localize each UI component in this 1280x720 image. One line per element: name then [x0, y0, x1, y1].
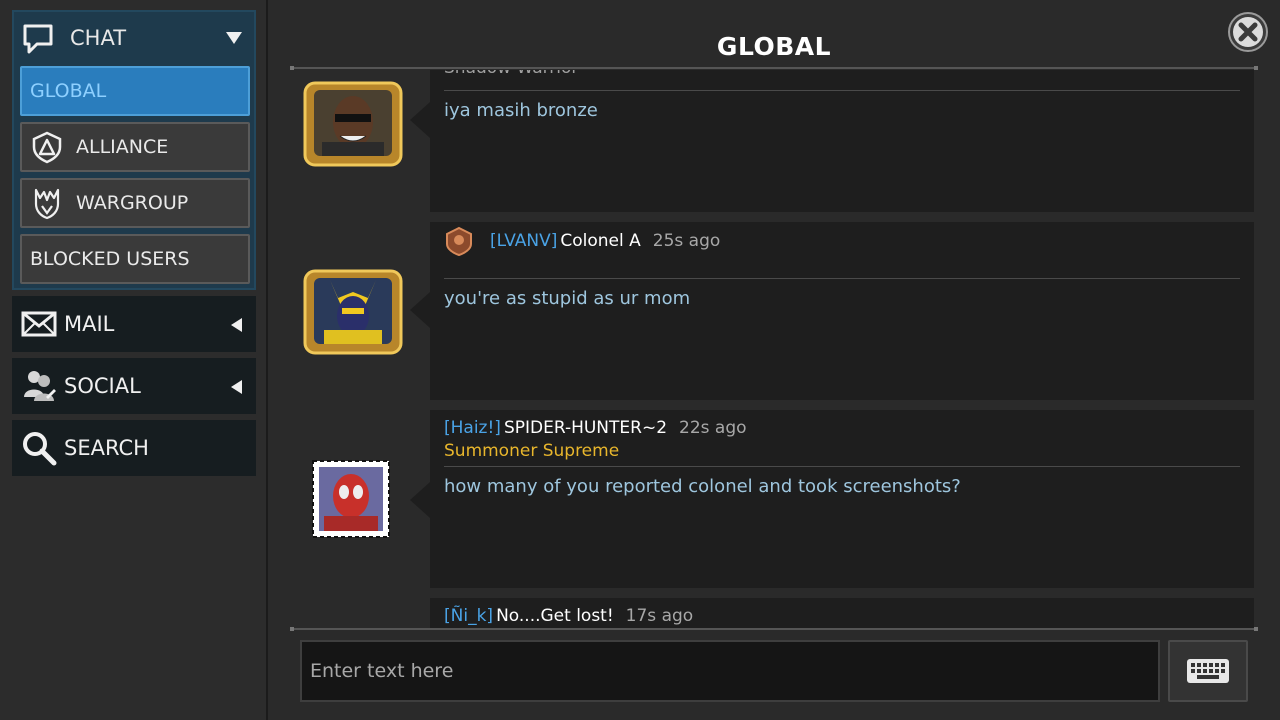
sidebar-item-label: SOCIAL	[64, 374, 141, 398]
sidebar-item-label: WARGROUP	[76, 192, 189, 214]
composer-divider	[290, 627, 1258, 631]
alliance-tag[interactable]: [LVANV]	[490, 231, 557, 251]
message-text: you're as stupid as ur mom	[444, 288, 691, 309]
message-meta: [Ñi_k] No....Get lost! 17s ago	[444, 606, 693, 626]
blade-portrait-gold-frame	[303, 81, 403, 167]
sidebar-item-label: SEARCH	[64, 436, 149, 460]
sidebar-item-global[interactable]: GLOBAL	[20, 66, 250, 116]
sidebar-item-blocked-users[interactable]: BLOCKED USERS	[20, 234, 250, 284]
message-timestamp: 25s ago	[652, 231, 721, 251]
sidebar-item-search[interactable]: SEARCH	[12, 420, 256, 476]
message-text: how many of you reported colonel and too…	[444, 476, 961, 497]
keyboard-icon	[1187, 659, 1229, 683]
message-item: [LVANV] Colonel A 25s ago you're as stup…	[290, 222, 1258, 400]
alliance-shield-icon	[32, 131, 62, 164]
message-divider	[444, 278, 1240, 279]
message-item: [Ñi_k] No....Get lost! 17s ago	[290, 598, 1258, 628]
keyboard-button[interactable]	[1168, 640, 1248, 702]
message-meta: [Haiz!] SPIDER-HUNTER~2 22s ago	[444, 418, 747, 438]
chat-section-header[interactable]: CHAT	[14, 12, 254, 64]
envelope-icon	[21, 311, 57, 337]
message-text: iya masih bronze	[444, 100, 598, 121]
sidebar-item-alliance[interactable]: ALLIANCE	[20, 122, 250, 172]
sidebar-item-social[interactable]: SOCIAL	[12, 358, 256, 414]
sender-name[interactable]: SPIDER-HUNTER~2	[504, 418, 667, 438]
sidebar: CHAT GLOBAL ALLIANCE WARGROUP BLOCKED US…	[0, 0, 268, 720]
message-timestamp: 17s ago	[625, 606, 694, 626]
alliance-tag[interactable]: [Haiz!]	[444, 418, 501, 438]
wolverine-x23-portrait-gold-frame	[303, 269, 403, 355]
message-bubble: [Haiz!] SPIDER-HUNTER~2 22s ago Summoner…	[410, 410, 1254, 588]
sender-name[interactable]: No....Get lost!	[496, 606, 614, 626]
sidebar-item-label: GLOBAL	[30, 80, 107, 102]
rank-badge-icon	[446, 226, 472, 256]
page-title: GLOBAL	[716, 32, 832, 61]
message-bubble: [LVANV] Colonel A 25s ago you're as stup…	[410, 222, 1254, 400]
message-divider	[444, 466, 1240, 467]
message-bubble: Shadow Warrior iya masih bronze	[410, 70, 1254, 212]
message-input-container	[300, 640, 1160, 702]
chevron-left-icon	[231, 380, 242, 394]
close-icon	[1233, 17, 1263, 47]
message-meta: [LVANV] Colonel A 25s ago	[444, 226, 720, 256]
message-timestamp: 22s ago	[679, 418, 747, 438]
close-button[interactable]	[1228, 12, 1268, 52]
sidebar-item-label: ALLIANCE	[76, 136, 169, 158]
chevron-down-icon	[226, 32, 242, 44]
sender-name[interactable]: Colonel A	[560, 231, 640, 251]
message-item: [Haiz!] SPIDER-HUNTER~2 22s ago Summoner…	[290, 410, 1258, 588]
message-divider	[444, 90, 1240, 91]
magnifier-icon	[23, 432, 57, 466]
message-list[interactable]: Shadow Warrior iya masih bronze [LVANV] …	[290, 70, 1258, 628]
speech-bubble-icon	[23, 24, 53, 54]
sender-title: Summoner Supreme	[444, 441, 620, 461]
message-bubble: [Ñi_k] No....Get lost! 17s ago	[430, 598, 1254, 628]
sender-title: Shadow Warrior	[444, 70, 578, 78]
sidebar-item-label: BLOCKED USERS	[30, 248, 190, 270]
sidebar-item-mail[interactable]: MAIL	[12, 296, 256, 352]
header-divider	[290, 66, 1258, 70]
chat-section-label: CHAT	[70, 26, 127, 50]
sidebar-item-wargroup[interactable]: WARGROUP	[20, 178, 250, 228]
message-item: Shadow Warrior iya masih bronze	[290, 70, 1258, 212]
social-people-icon	[24, 371, 56, 401]
chevron-left-icon	[231, 318, 242, 332]
message-input[interactable]	[302, 642, 1158, 700]
sidebar-item-label: MAIL	[64, 312, 115, 336]
spiderman-portrait-stamp-frame	[312, 460, 390, 538]
chat-section: CHAT GLOBAL ALLIANCE WARGROUP BLOCKED US…	[12, 10, 256, 290]
alliance-tag[interactable]: [Ñi_k]	[444, 606, 493, 626]
wargroup-icon	[34, 188, 60, 220]
